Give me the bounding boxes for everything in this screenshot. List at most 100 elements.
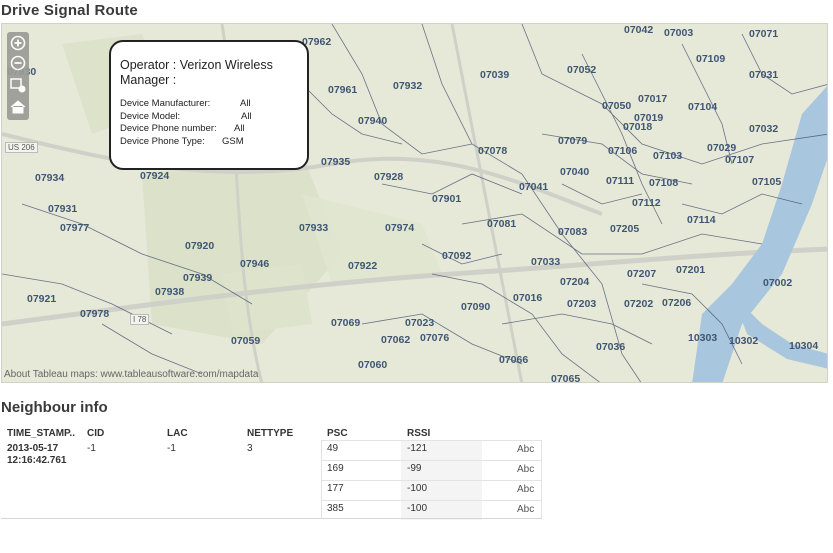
zip-code-label: 10303 [688,332,718,344]
zip-code-label: 07036 [596,341,626,353]
zip-code-label: 07016 [513,292,543,304]
tooltip-label: Device Model: [120,110,181,122]
column-header-lac[interactable]: LAC [167,428,188,439]
zip-code-label: 07931 [48,203,78,215]
cell-timestamp-date: 2013-05-17 [7,443,59,454]
zip-code-label: 07112 [632,197,661,209]
zip-code-label: 07977 [60,222,90,234]
tooltip-row-manufacturer: Device Manufacturer: All [120,98,299,111]
zip-code-label: 07002 [763,277,793,289]
zip-code-label: 07939 [183,272,213,284]
zip-code-label: 07092 [442,250,472,262]
zip-code-label: 07079 [558,135,588,147]
zip-code-label: 07083 [558,226,588,238]
road-label: US 206 [5,142,38,153]
zip-code-label: 07933 [299,222,329,234]
tooltip-value: All [234,123,245,134]
zip-code-label: 07031 [749,69,779,81]
cell-lac: -1 [167,443,176,454]
column-header-nettype[interactable]: NETTYPE [247,428,293,439]
cell-marker: Abc [517,464,535,475]
zip-code-label: 07032 [749,123,779,135]
zip-code-label: 07203 [567,298,597,310]
road-label: I 78 [130,314,150,325]
zip-code-label: 07204 [560,276,590,288]
column-header-timestamp[interactable]: TIME_STAMP.. [7,428,75,439]
cell-rssi: -121 [407,443,428,454]
zip-code-label: 07071 [749,28,779,40]
cell-nettype: 3 [247,443,253,454]
zip-code-label: 07040 [560,166,590,178]
zip-code-label: 07023 [405,317,435,329]
cell-psc: 177 [327,483,344,494]
zip-code-label: 07932 [393,80,423,92]
tooltip-operator: Operator : Verizon Wireless Manager : [120,58,273,87]
map-toolbar [7,32,29,120]
column-header-rssi[interactable]: RSSI [407,428,430,439]
map-tooltip: Operator : Verizon Wireless Manager : De… [109,40,309,170]
zip-code-label: 07946 [240,258,270,270]
zip-code-label: 07039 [480,69,510,81]
column-header-psc[interactable]: PSC [327,428,348,439]
cell-cid: -1 [87,443,96,454]
zip-code-label: 07052 [567,64,597,76]
zip-code-label: 07065 [551,373,581,383]
zip-code-label: 07103 [653,150,683,162]
zip-code-label: 07107 [725,154,755,166]
zip-code-label: 07105 [752,176,782,188]
cell-psc: 385 [327,503,344,514]
zip-code-label: 07928 [374,171,404,183]
select-region-icon[interactable] [9,76,27,94]
home-icon[interactable] [9,98,27,116]
zip-code-label: 07050 [602,100,632,112]
neighbour-info-heading: Neighbour info [1,399,108,416]
zip-code-label: 07033 [531,256,561,268]
zip-code-label: 07108 [649,177,679,189]
zip-code-label: 07041 [519,181,549,193]
zoom-in-icon[interactable] [9,34,27,52]
cell-marker: Abc [517,504,535,515]
zip-code-label: 07029 [707,142,737,154]
zip-code-label: 07060 [358,359,388,371]
tooltip-row-phone-type: Device Phone Type: GSM [120,136,299,149]
column-header-cid[interactable]: CID [87,428,104,439]
zip-code-label: 07978 [80,308,110,320]
cell-marker: Abc [517,444,535,455]
cell-psc: 49 [327,443,339,454]
map-attribution[interactable]: About Tableau maps: www.tableausoftware.… [4,369,258,380]
zip-code-label: 07062 [381,334,411,346]
zip-code-label: 07114 [687,214,716,226]
cell-rssi: -99 [407,463,422,474]
tooltip-label: Device Phone number: [120,123,217,134]
zip-code-label: 07066 [499,354,529,366]
zip-code-label: 07922 [348,260,378,272]
zip-code-label: 07924 [140,170,170,182]
tooltip-row-model: Device Model: All [120,111,299,124]
zip-code-label: 07934 [35,172,65,184]
zip-code-label: 07901 [432,193,462,205]
zip-code-label: 07017 [638,93,668,105]
zip-code-label: 07974 [385,222,415,234]
zip-code-label: 07201 [676,264,706,276]
tooltip-label: Device Manufacturer: [120,98,211,109]
page-title: Drive Signal Route [1,2,138,19]
zip-code-label: 07940 [358,115,388,127]
tooltip-value: All [240,98,251,109]
tooltip-label: Device Phone Type: [120,135,205,147]
zip-code-label: 07202 [624,298,654,310]
zoom-out-icon[interactable] [9,54,27,72]
zip-code-label: 07921 [27,293,57,305]
zip-code-label: 07206 [662,297,692,309]
cell-psc: 169 [327,463,344,474]
zip-code-label: 07920 [185,240,215,252]
table-bottom-border [1,518,542,519]
cell-rssi: -100 [407,483,428,494]
neighbour-table: TIME_STAMP.. CID LAC NETTYPE PSC RSSI 20… [1,424,542,520]
zip-code-label: 07111 [606,175,635,187]
cell-timestamp-time: 12:16:42.761 [7,455,67,466]
tooltip-value: All [241,110,252,122]
zip-code-label: 07109 [696,53,726,65]
zip-code-label: 07076 [420,332,450,344]
zip-code-label: 07938 [155,286,185,298]
tooltip-value: GSM [222,135,244,147]
